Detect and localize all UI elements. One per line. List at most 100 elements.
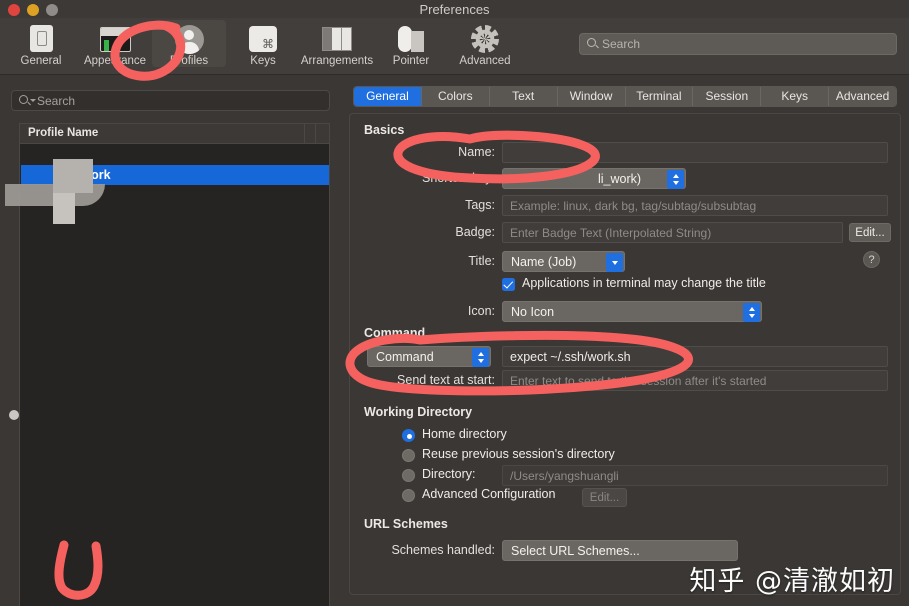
radio-directory[interactable] bbox=[402, 469, 415, 482]
stepper-arrows-icon bbox=[472, 348, 489, 367]
label-title: Title: bbox=[468, 254, 495, 268]
toolbar-item-pointer[interactable]: Pointer bbox=[374, 20, 448, 67]
send-text-field[interactable]: Enter text to send to the session after … bbox=[502, 370, 888, 391]
appearance-icon bbox=[98, 24, 132, 54]
tab-colors[interactable]: Colors bbox=[421, 87, 490, 106]
help-button[interactable]: ? bbox=[863, 251, 880, 268]
general-settings-panel: Basics Name: Shortcut key: li_work) Tags… bbox=[349, 113, 901, 595]
label-name: Name: bbox=[458, 145, 495, 159]
column-divider bbox=[315, 124, 316, 143]
tab-advanced[interactable]: Advanced bbox=[829, 87, 896, 106]
advanced-configuration-edit-button[interactable]: Edit... bbox=[582, 488, 627, 507]
command-type-dropdown[interactable]: Command bbox=[367, 346, 491, 367]
command-type-value: Command bbox=[376, 350, 434, 364]
tab-keys[interactable]: Keys bbox=[761, 87, 830, 106]
icon-value: No Icon bbox=[511, 305, 555, 319]
keys-icon bbox=[246, 24, 280, 54]
toolbar-item-keys[interactable]: Keys bbox=[226, 20, 300, 67]
toolbar-label: Pointer bbox=[392, 55, 430, 67]
badge-field[interactable]: Enter Badge Text (Interpolated String) bbox=[502, 222, 843, 243]
apps-change-title-checkbox[interactable] bbox=[502, 278, 515, 291]
label-reuse-previous-directory: Reuse previous session's directory bbox=[422, 447, 615, 461]
toolbar-label: Arrangements bbox=[300, 55, 374, 67]
column-divider bbox=[304, 124, 305, 143]
tab-terminal[interactable]: Terminal bbox=[625, 87, 694, 106]
section-title-basics: Basics bbox=[364, 123, 405, 137]
section-title-url-schemes: URL Schemes bbox=[364, 517, 448, 531]
stepper-arrows-icon bbox=[743, 303, 760, 322]
toolbar-label: Appearance bbox=[83, 55, 147, 67]
directory-placeholder: /Users/yangshuangli bbox=[510, 469, 619, 483]
profiles-sidebar: Profile Name i_work Tags + − bbox=[0, 76, 341, 606]
watermark: 知乎 @清澈如初 bbox=[689, 566, 895, 597]
section-title-working-directory: Working Directory bbox=[364, 405, 473, 419]
icon-dropdown[interactable]: No Icon bbox=[502, 301, 762, 322]
toolbar-label: Advanced bbox=[459, 55, 511, 67]
search-icon bbox=[587, 38, 596, 47]
label-icon: Icon: bbox=[467, 304, 495, 318]
shortcut-key-value: li_work) bbox=[598, 172, 642, 186]
label-advanced-configuration: Advanced Configuration bbox=[422, 487, 556, 501]
tags-field[interactable]: Example: linux, dark bg, tag/subtag/subs… bbox=[502, 195, 888, 216]
url-schemes-value: Select URL Schemes... bbox=[511, 544, 640, 558]
command-value: expect ~/.ssh/work.sh bbox=[510, 350, 631, 364]
toolbar-item-arrangements[interactable]: Arrangements bbox=[300, 20, 374, 67]
tags-placeholder: Example: linux, dark bg, tag/subtag/subs… bbox=[510, 199, 757, 213]
toolbar-item-profiles[interactable]: Profiles bbox=[152, 20, 226, 67]
general-icon bbox=[24, 24, 58, 54]
label-tags: Tags: bbox=[465, 198, 495, 212]
split-view-handle[interactable] bbox=[9, 410, 19, 420]
label-home-directory: Home directory bbox=[422, 427, 507, 441]
radio-reuse-previous-directory[interactable] bbox=[402, 449, 415, 462]
shortcut-key-dropdown[interactable]: li_work) bbox=[502, 168, 686, 189]
tab-general[interactable]: General bbox=[354, 87, 422, 106]
preferences-window: Preferences General Appearance Profiles … bbox=[0, 0, 909, 606]
badge-edit-button[interactable]: Edit... bbox=[849, 223, 891, 242]
toolbar-item-appearance[interactable]: Appearance bbox=[78, 20, 152, 67]
label-badge: Badge: bbox=[455, 225, 495, 239]
title-value: Name (Job) bbox=[511, 255, 577, 269]
radio-advanced-configuration[interactable] bbox=[402, 489, 415, 502]
toolbar-item-general[interactable]: General bbox=[4, 20, 78, 67]
tab-window[interactable]: Window bbox=[557, 87, 626, 106]
name-field[interactable] bbox=[502, 142, 888, 163]
column-header-profile-name: Profile Name bbox=[28, 127, 99, 139]
preferences-toolbar: General Appearance Profiles Keys Arrange… bbox=[0, 18, 909, 75]
profile-search-input[interactable] bbox=[37, 91, 322, 110]
window-title: Preferences bbox=[419, 2, 490, 17]
radio-home-directory[interactable] bbox=[402, 429, 415, 442]
stepper-arrows-icon bbox=[667, 170, 684, 189]
toolbar-search-box[interactable] bbox=[579, 33, 897, 55]
profile-tab-bar: General Colors Text Window Terminal Sess… bbox=[353, 86, 897, 107]
chevron-down-icon[interactable] bbox=[30, 99, 36, 102]
pointer-icon bbox=[394, 24, 428, 54]
toolbar-item-advanced[interactable]: Advanced bbox=[448, 20, 522, 67]
label-directory: Directory: bbox=[422, 467, 476, 481]
chevron-down-icon bbox=[606, 253, 623, 272]
apps-change-title-label: Applications in terminal may change the … bbox=[522, 276, 766, 290]
send-text-placeholder: Enter text to send to the session after … bbox=[510, 374, 767, 388]
advanced-gear-icon bbox=[468, 24, 502, 54]
cursor-occlusion-artifact bbox=[53, 159, 93, 193]
toolbar-label: Keys bbox=[250, 55, 276, 67]
profile-search-box[interactable] bbox=[11, 90, 330, 111]
toolbar-label: General bbox=[20, 55, 62, 67]
command-field[interactable]: expect ~/.ssh/work.sh bbox=[502, 346, 888, 367]
profile-detail-pane: General Colors Text Window Terminal Sess… bbox=[345, 80, 903, 600]
label-send-text: Send text at start: bbox=[397, 373, 495, 387]
tab-session[interactable]: Session bbox=[693, 87, 762, 106]
profile-list-header: Profile Name bbox=[20, 124, 329, 144]
tab-text[interactable]: Text bbox=[489, 87, 558, 106]
label-shortcut-key: Shortcut key: bbox=[422, 171, 495, 185]
arrangements-icon bbox=[320, 24, 354, 54]
url-schemes-dropdown[interactable]: Select URL Schemes... bbox=[502, 540, 738, 561]
profiles-icon bbox=[172, 24, 206, 54]
title-dropdown[interactable]: Name (Job) bbox=[502, 251, 625, 272]
label-schemes-handled: Schemes handled: bbox=[391, 543, 495, 557]
toolbar-label: Profiles bbox=[169, 55, 209, 67]
section-title-command: Command bbox=[364, 326, 426, 340]
badge-placeholder: Enter Badge Text (Interpolated String) bbox=[510, 226, 712, 240]
toolbar-search-input[interactable] bbox=[602, 34, 882, 54]
directory-field[interactable]: /Users/yangshuangli bbox=[502, 465, 888, 486]
search-icon bbox=[19, 95, 28, 104]
